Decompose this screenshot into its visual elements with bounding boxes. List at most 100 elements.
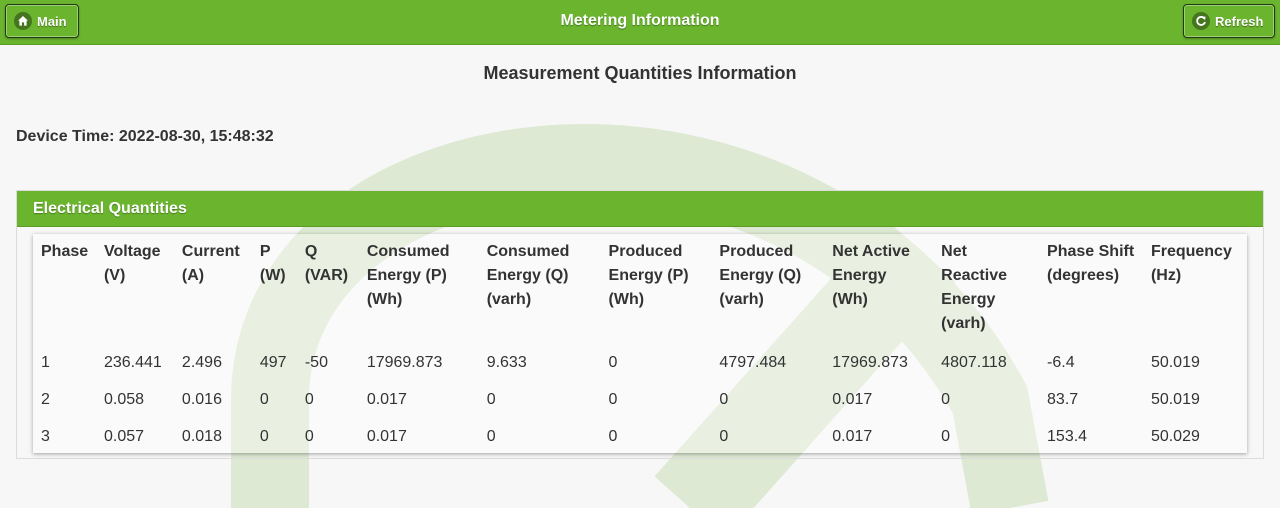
column-header-line: (varh) [941,315,986,332]
column-header-line: Energy (Q) [486,267,569,284]
table-cell: -50 [304,354,328,371]
column-header: Voltage (V) [98,234,176,345]
table-row: 3 0.057 0.018 0 0 0.017 0 0 0 0.017 0 153.4 50.029 [35,419,1247,456]
column-header-line: Produced [608,243,683,260]
column-header-line: Frequency [1150,243,1232,260]
column-header-line: Phase [41,243,89,260]
column-header: Phase [35,234,98,345]
column-header: Produced Energy (P) (Wh) [603,234,714,345]
column-header-line: (Wh) [832,291,868,308]
table-cell: 50.019 [1150,354,1200,371]
column-header-line: (varh) [719,291,764,308]
table-row: 2 0.058 0.016 0 0 0.017 0 0 0 0.017 0 83.7 50.019 [35,382,1247,419]
refresh-button-label: Refresh [1215,13,1264,29]
table-cell: 0.018 [181,428,222,445]
table-header-row: Phase Voltage (V) Current (A) P (W) Q (VAR) Consu… [35,234,1247,345]
column-header: Q (VAR) [299,234,361,345]
table-cell: 0.058 [103,391,145,408]
table-cell: 0 [259,428,269,445]
column-header: P (W) [254,234,299,345]
table-row: 1 236.441 2.496 497 -50 17969.873 9.633 0 4797.4… [35,345,1247,382]
column-header-line: Consumed [366,243,450,260]
table-cell: 0.017 [366,391,407,408]
column-header-line: (W) [259,267,286,284]
table-cell: 0 [719,428,729,445]
column-header-line: (V) [103,267,126,284]
column-header-line: Net Active [832,243,910,260]
table-cell: 0.017 [366,428,407,445]
column-header: Net Active Energy (Wh) [826,234,935,345]
column-header-line: Energy [832,267,887,284]
panel-title: Electrical Quantities [17,191,1263,227]
column-header-line: (varh) [486,291,532,308]
column-header: Current (A) [176,234,254,345]
column-header-line: (Wh) [366,291,403,308]
column-header: Phase Shift (degrees) [1041,234,1145,345]
table-cell: 0 [608,428,618,445]
table-cell: 4807.118 [941,354,1007,371]
table-cell: 0 [304,391,314,408]
column-header-line: Net [941,243,967,260]
table-container: Phase Voltage (V) Current (A) P (W) Q (VAR) Consu… [33,234,1247,453]
table-cell: 50.019 [1150,391,1200,408]
table-cell: 0 [259,391,269,408]
column-header: Net Reactive Energy (varh) [935,234,1041,345]
column-header-line: Q [304,243,318,260]
column-header-line: Reactive [941,267,1007,284]
table-cell: -6.4 [1047,354,1075,371]
top-bar: Main Metering Information Refresh [0,0,1280,45]
table-cell: 4797.484 [719,354,787,371]
column-header-line: Energy (P) [366,267,447,284]
table-cell: 17969.873 [832,354,908,371]
table-cell: 153.4 [1047,428,1088,445]
refresh-button[interactable]: Refresh [1183,4,1275,38]
table-cell: 497 [259,354,287,371]
column-header-line: (degrees) [1047,267,1120,284]
column-header-line: Phase Shift [1047,243,1135,260]
page-title: Measurement Quantities Information [483,63,797,83]
column-header-line: Current [181,243,240,260]
table-cell: 2.496 [181,354,222,371]
column-header-line: Energy [941,291,996,308]
column-header-line: (Wh) [608,291,645,308]
column-header-line: (A) [181,267,205,284]
table-cell: 0 [304,428,314,445]
table-cell: 236.441 [103,354,162,371]
table-cell: 0 [486,391,496,408]
column-header-line: Consumed [486,243,570,260]
table-cell: 2 [41,391,50,408]
column-header: Frequency (Hz) [1145,234,1247,345]
table-cell: 50.029 [1150,428,1200,445]
device-time: Device Time: 2022-08-30, 15:48:32 [16,128,274,145]
table-cell: 1 [41,354,50,371]
column-header-line: P [259,243,271,260]
table-cell: 0.057 [103,428,145,445]
refresh-icon [1192,12,1210,30]
table-cell: 17969.873 [366,354,443,371]
column-header: Consumed Energy (P) (Wh) [361,234,481,345]
main-content: Measurement Quantities Information Devic… [0,45,1280,508]
column-header-line: Voltage [103,243,161,260]
electrical-quantities-panel: Electrical Quantities Phase Voltage (V) Cur… [16,190,1264,459]
table-cell: 0.017 [832,428,873,445]
table-cell: 0.016 [181,391,222,408]
table-cell: 9.633 [486,354,527,371]
column-header-line: Energy (P) [608,267,689,284]
column-header-line: (VAR) [304,267,349,284]
table-cell: 0 [941,391,951,408]
measurements-table: Phase Voltage (V) Current (A) P (W) Q (VAR) Consu… [35,234,1247,456]
table-cell: 0 [608,354,618,371]
column-header-line: Energy (Q) [719,267,802,284]
page-header-title: Metering Information [560,12,720,29]
column-header: Consumed Energy (Q) (varh) [481,234,603,345]
table-cell: 0 [608,391,618,408]
table-cell: 0 [486,428,496,445]
column-header: Produced Energy (Q) (varh) [713,234,826,345]
table-cell: 0.017 [832,391,873,408]
column-header-line: (Hz) [1150,267,1182,284]
table-cell: 0 [941,428,951,445]
column-header-line: Produced [719,243,794,260]
table-cell: 0 [719,391,729,408]
table-cell: 83.7 [1047,391,1079,408]
table-cell: 3 [41,428,50,445]
